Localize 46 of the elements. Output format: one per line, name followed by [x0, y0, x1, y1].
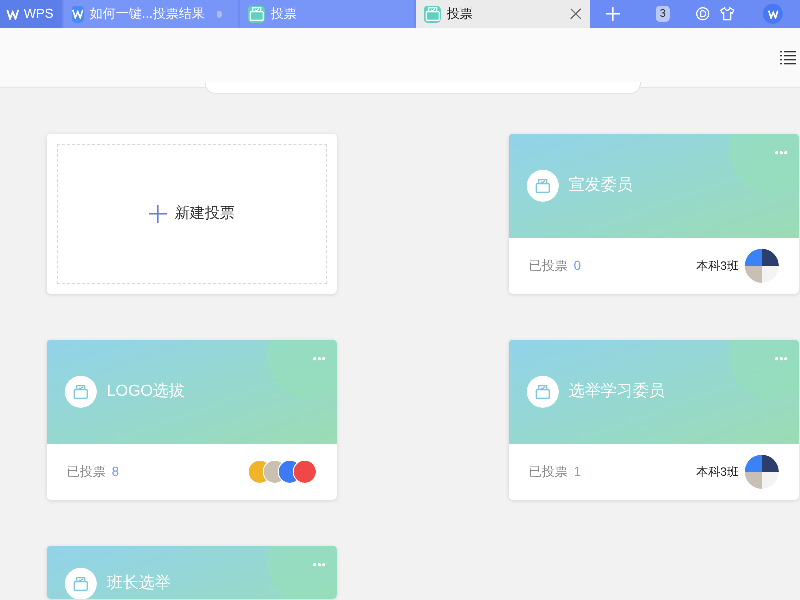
new-poll-card[interactable]: 新建投票 [47, 134, 337, 294]
window-count[interactable]: 3 [656, 6, 670, 22]
search-field[interactable] [205, 82, 641, 94]
logo-icon [6, 8, 20, 20]
ballot-box-icon [535, 384, 551, 400]
more-icon[interactable] [775, 357, 788, 361]
plus-icon [149, 205, 167, 223]
vote-count: 0 [574, 257, 582, 276]
voted-label: 已投票 [67, 463, 106, 482]
poll-card[interactable]: 宣发委员 已投票 0 本科3班 [509, 134, 799, 294]
app-name: WPS [24, 5, 54, 24]
class-name: 本科3班 [696, 464, 739, 481]
group-avatar [745, 455, 779, 489]
account-avatar[interactable] [763, 4, 784, 24]
group-avatar [745, 249, 779, 283]
poll-title: 宣发委员 [569, 176, 633, 196]
poll-card[interactable]: 选举学习委员 已投票 1 本科3班 [509, 340, 799, 500]
list-icon[interactable] [780, 50, 796, 64]
close-icon[interactable] [570, 8, 582, 20]
shirt-icon[interactable] [720, 7, 736, 21]
avatar [293, 460, 317, 484]
more-icon[interactable] [775, 151, 788, 155]
voted-label: 已投票 [529, 463, 568, 482]
poll-title: 选举学习委员 [569, 382, 665, 402]
tab-title: 如何一键...投票结果 [90, 5, 205, 24]
ballot-box-icon [535, 178, 551, 194]
tab-title: 投票 [447, 5, 473, 24]
more-icon[interactable] [313, 563, 326, 567]
ballot-box-icon [248, 6, 264, 22]
poll-title: LOGO选拔 [107, 382, 186, 402]
ballot-box-icon [424, 6, 440, 22]
vote-count: 1 [574, 463, 582, 482]
poll-title: 班长选举 [107, 574, 171, 594]
add-icon[interactable] [606, 7, 620, 21]
ballot-box-icon [73, 384, 89, 400]
new-poll-label: 新建投票 [175, 204, 235, 224]
doc-app-icon [72, 6, 84, 22]
class-name: 本科3班 [696, 258, 739, 275]
home-tab[interactable]: WPS [0, 0, 62, 28]
tab-title: 投票 [271, 5, 297, 24]
vote-count: 8 [112, 463, 120, 482]
more-icon[interactable] [313, 357, 326, 361]
voted-label: 已投票 [529, 257, 568, 276]
ballot-box-icon [73, 576, 89, 592]
document-tab[interactable]: 投票 [416, 0, 590, 28]
poll-card[interactable]: LOGO选拔 已投票 8 [47, 340, 337, 500]
